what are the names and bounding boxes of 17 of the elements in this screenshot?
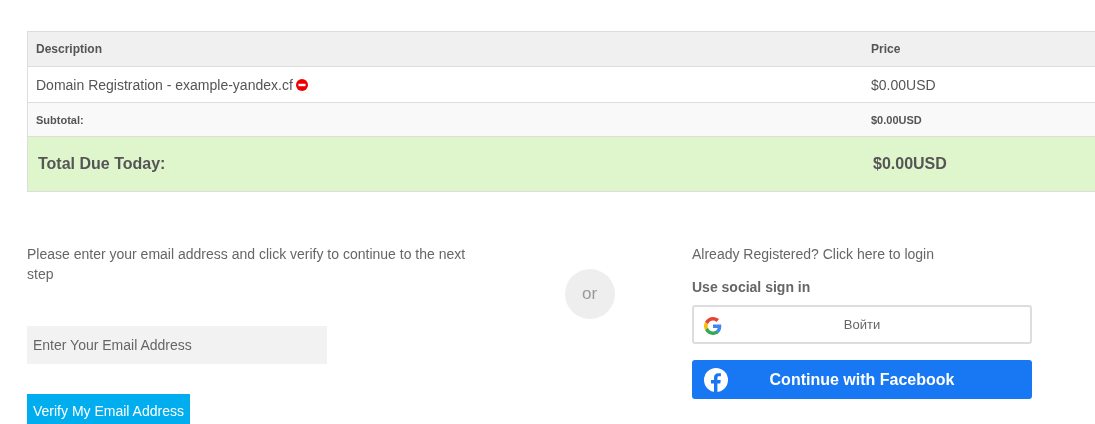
price: $0.00USD	[873, 155, 947, 172]
google-icon	[704, 317, 722, 335]
facebook-button[interactable]: Continue with Facebook	[692, 360, 1032, 399]
instructions-text: Please enter your email address and click verify to continue to the next step	[27, 245, 467, 284]
item-description: Domain Registration - example-yandex.cf	[36, 76, 293, 93]
facebook-icon	[704, 368, 728, 392]
google-sign-in-button[interactable]: Войти	[692, 305, 1032, 344]
price: $0.00USD	[871, 113, 922, 126]
email-field[interactable]: Enter Your Email Address	[27, 326, 327, 364]
column-header: Description	[35, 42, 103, 56]
subtotal-label: Subtotal:	[36, 113, 84, 126]
total-label: Total Due Today:	[38, 155, 166, 173]
column-header: Price	[871, 42, 902, 56]
login-link[interactable]: Already Registered? Click here to login	[692, 244, 934, 264]
remove-icon[interactable]	[295, 78, 308, 91]
social-heading: Use social sign in	[692, 279, 811, 295]
price: $0.00USD	[871, 76, 936, 93]
